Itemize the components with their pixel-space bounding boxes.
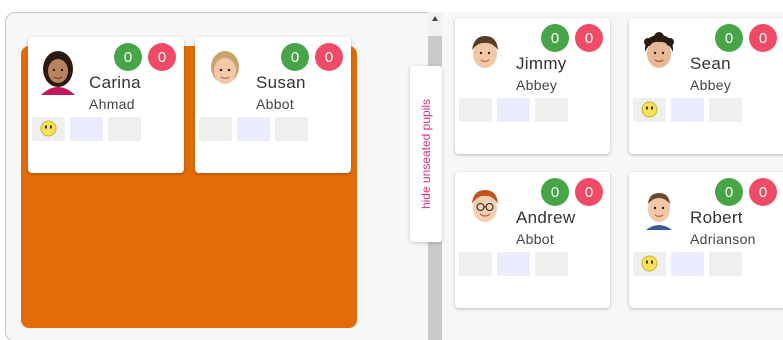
pupil-last-name: Abbot — [256, 96, 295, 112]
pupil-first-name: Jimmy — [516, 54, 567, 73]
reward-slot[interactable] — [32, 117, 65, 141]
reward-slot[interactable] — [633, 98, 666, 122]
pupil-first-name: Robert — [690, 208, 743, 227]
pupil-last-name: Ahmad — [89, 96, 135, 112]
reward-slot[interactable] — [535, 98, 568, 122]
pupil-card[interactable]: Andrew Abbot 0 0 — [455, 172, 610, 308]
smiley-icon — [40, 120, 57, 137]
scroll-up-arrow-icon[interactable] — [432, 16, 438, 21]
student-boy-curly-hair-icon — [644, 32, 674, 68]
smiley-icon — [641, 255, 658, 272]
positive-points-badge[interactable]: 0 — [541, 24, 569, 52]
reward-slot[interactable] — [199, 117, 232, 141]
pupil-card[interactable]: Sean Abbey 0 0 — [629, 18, 783, 154]
student-boy-short-hair-icon — [646, 193, 672, 230]
pupil-last-name: Abbey — [690, 77, 732, 93]
positive-points-badge[interactable]: 0 — [715, 24, 743, 52]
pupil-card[interactable]: Carina Ahmad 0 0 — [28, 37, 184, 173]
pupil-first-name: Carina — [89, 73, 141, 92]
reward-slot[interactable] — [459, 252, 492, 276]
reward-slot[interactable] — [459, 98, 492, 122]
positive-points-badge[interactable]: 0 — [715, 178, 743, 206]
pupil-last-name: Abbot — [516, 231, 555, 247]
pupil-card[interactable]: Robert Adrianson 0 0 — [629, 172, 783, 308]
pupil-first-name: Andrew — [516, 208, 576, 227]
smiley-icon — [641, 101, 658, 118]
positive-points-badge[interactable]: 0 — [281, 43, 309, 71]
reward-slot[interactable] — [535, 252, 568, 276]
reward-slot[interactable] — [70, 117, 103, 141]
positive-points-badge[interactable]: 0 — [541, 178, 569, 206]
positive-points-badge[interactable]: 0 — [114, 43, 142, 71]
pupil-last-name: Abbey — [516, 77, 558, 93]
reward-slot[interactable] — [108, 117, 141, 141]
hide-unseated-pupils-label: hide unseated pupils — [419, 98, 433, 210]
negative-points-badge[interactable]: 0 — [749, 24, 777, 52]
negative-points-badge[interactable]: 0 — [148, 43, 176, 71]
pupil-first-name: Susan — [256, 73, 306, 92]
reward-slot[interactable] — [671, 252, 704, 276]
student-boy-brown-hair-icon — [472, 36, 498, 68]
negative-points-badge[interactable]: 0 — [575, 24, 603, 52]
negative-points-badge[interactable]: 0 — [575, 178, 603, 206]
reward-slot[interactable] — [671, 98, 704, 122]
pupil-first-name: Sean — [690, 54, 731, 73]
reward-slot[interactable] — [275, 117, 308, 141]
reward-slot[interactable] — [709, 252, 742, 276]
negative-points-badge[interactable]: 0 — [749, 178, 777, 206]
student-girl-dark-hair-icon — [41, 51, 75, 95]
reward-slot[interactable] — [709, 98, 742, 122]
seating-plan: Carina Ahmad 0 0 Susan Abbot 0 0 hide un… — [0, 0, 783, 340]
reward-slot[interactable] — [633, 252, 666, 276]
negative-points-badge[interactable]: 0 — [315, 43, 343, 71]
student-girl-blonde-icon — [211, 51, 239, 84]
reward-slot[interactable] — [497, 252, 530, 276]
reward-slot[interactable] — [497, 98, 530, 122]
pupil-last-name: Adrianson — [690, 231, 756, 247]
student-boy-red-hair-glasses-icon — [472, 190, 498, 222]
reward-slot[interactable] — [237, 117, 270, 141]
hide-unseated-pupils-toggle[interactable]: hide unseated pupils — [410, 66, 442, 242]
pupil-card[interactable]: Jimmy Abbey 0 0 — [455, 18, 610, 154]
pupil-card[interactable]: Susan Abbot 0 0 — [195, 37, 351, 173]
